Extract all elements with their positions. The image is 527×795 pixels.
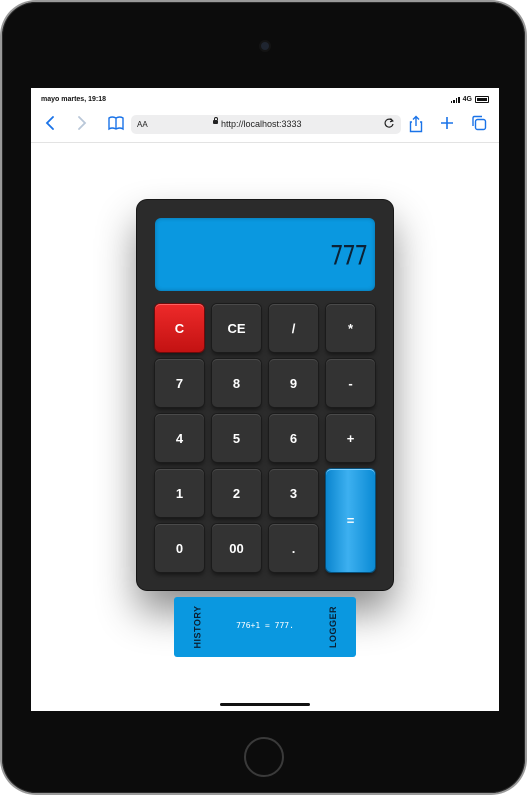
status-bar: mayo martes, 19:18 4G xyxy=(31,88,499,110)
subtract-button[interactable]: - xyxy=(326,359,375,407)
battery-icon xyxy=(475,96,489,103)
equals-button[interactable]: = xyxy=(326,469,375,572)
tablet-frame: mayo martes, 19:18 4G AA http://localhos… xyxy=(2,2,525,793)
camera-icon xyxy=(261,42,269,50)
add-button[interactable]: + xyxy=(326,414,375,462)
address-bar[interactable]: AA http://localhost:3333 xyxy=(131,115,401,134)
url-text[interactable]: http://localhost:3333 xyxy=(221,119,302,129)
tabs-icon[interactable] xyxy=(471,115,487,136)
decimal-button[interactable]: . xyxy=(269,524,318,572)
signal-icon xyxy=(450,96,460,103)
double-zero-button[interactable]: 00 xyxy=(212,524,261,572)
clear-button[interactable]: C xyxy=(155,304,204,352)
plus-icon[interactable] xyxy=(440,115,454,136)
clear-entry-button[interactable]: CE xyxy=(212,304,261,352)
digit-0-button[interactable]: 0 xyxy=(155,524,204,572)
display-value: 777 xyxy=(330,241,368,272)
calculator-display: 777 xyxy=(155,218,375,291)
digit-8-button[interactable]: 8 xyxy=(212,359,261,407)
digit-2-button[interactable]: 2 xyxy=(212,469,261,517)
lock-icon xyxy=(213,117,218,124)
screen: mayo martes, 19:18 4G AA http://localhos… xyxy=(31,88,499,711)
digit-6-button[interactable]: 6 xyxy=(269,414,318,462)
share-icon[interactable] xyxy=(409,115,423,138)
logger-label[interactable]: LOGGER xyxy=(328,606,338,648)
multiply-button[interactable]: * xyxy=(326,304,375,352)
digit-9-button[interactable]: 9 xyxy=(269,359,318,407)
status-indicators: 4G xyxy=(450,96,489,103)
home-indicator xyxy=(220,703,310,706)
digit-3-button[interactable]: 3 xyxy=(269,469,318,517)
text-size-button[interactable]: AA xyxy=(137,120,148,129)
digit-4-button[interactable]: 4 xyxy=(155,414,204,462)
chevron-right-icon[interactable] xyxy=(77,115,87,136)
digit-7-button[interactable]: 7 xyxy=(155,359,204,407)
history-logger-panel: HISTORY 776+1 = 777. LOGGER xyxy=(174,597,356,657)
browser-toolbar: AA http://localhost:3333 xyxy=(31,110,499,143)
calculator: 777 C CE / * 7 8 9 - 4 5 6 + 1 2 3 = 0 0… xyxy=(137,200,393,590)
status-time: mayo martes, 19:18 xyxy=(41,96,106,103)
reload-icon[interactable] xyxy=(383,117,395,132)
divide-button[interactable]: / xyxy=(269,304,318,352)
chevron-left-icon[interactable] xyxy=(45,115,55,136)
digit-5-button[interactable]: 5 xyxy=(212,414,261,462)
book-icon[interactable] xyxy=(107,115,125,136)
home-button[interactable] xyxy=(244,737,284,777)
digit-1-button[interactable]: 1 xyxy=(155,469,204,517)
network-label: 4G xyxy=(462,96,472,103)
